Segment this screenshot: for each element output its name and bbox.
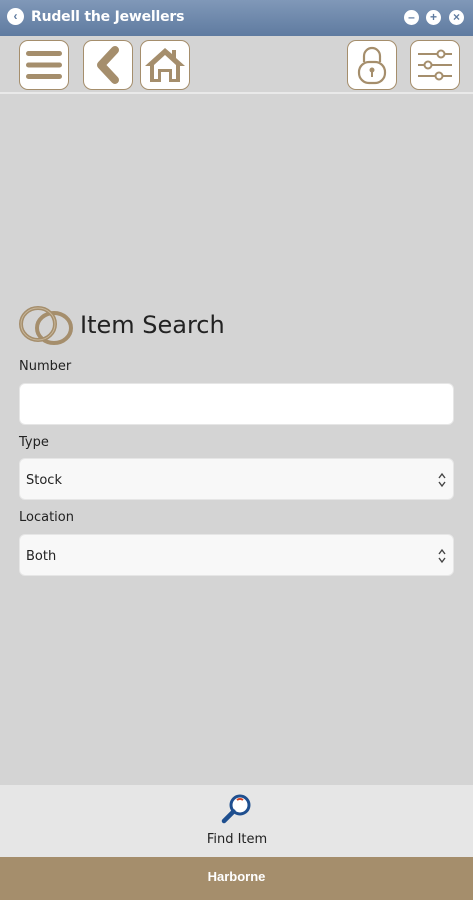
find-item-label: Find Item <box>206 832 268 847</box>
location-label: Location <box>19 510 74 525</box>
location-select[interactable]: Both <box>19 534 454 576</box>
type-selected-value: Stock <box>26 473 62 488</box>
back-button[interactable] <box>83 40 133 90</box>
type-select[interactable]: Stock <box>19 458 454 500</box>
select-chevron-icon <box>438 472 446 488</box>
find-item-button[interactable]: Find Item <box>190 785 284 857</box>
window-title: Rudell the Jewellers <box>31 9 185 25</box>
maximize-icon[interactable]: + <box>426 10 441 25</box>
branch-footer: Harborne <box>0 857 473 900</box>
select-chevron-icon <box>438 548 446 564</box>
settings-sliders-icon <box>418 49 452 81</box>
rings-icon <box>19 306 73 345</box>
action-bar: Find Item <box>0 785 473 857</box>
menu-button[interactable] <box>19 40 69 90</box>
item-search-heading: Item Search <box>18 302 225 348</box>
menu-icon <box>26 51 62 79</box>
number-input[interactable] <box>20 384 453 424</box>
lock-icon <box>357 46 387 85</box>
number-label: Number <box>19 359 72 374</box>
home-icon <box>145 48 185 82</box>
toolbar <box>0 36 473 94</box>
app-back-icon[interactable]: ‹ <box>7 8 24 25</box>
title-bar: ‹ Rudell the Jewellers – + × <box>0 0 473 36</box>
settings-button[interactable] <box>410 40 460 90</box>
search-icon <box>221 794 251 824</box>
type-label: Type <box>19 435 49 450</box>
back-icon <box>97 46 119 84</box>
location-selected-value: Both <box>26 549 57 564</box>
close-icon[interactable]: × <box>449 10 464 25</box>
page-title: Item Search <box>80 311 225 339</box>
minimize-icon[interactable]: – <box>404 10 419 25</box>
number-field-container <box>19 383 454 425</box>
home-button[interactable] <box>140 40 190 90</box>
lock-button[interactable] <box>347 40 397 90</box>
